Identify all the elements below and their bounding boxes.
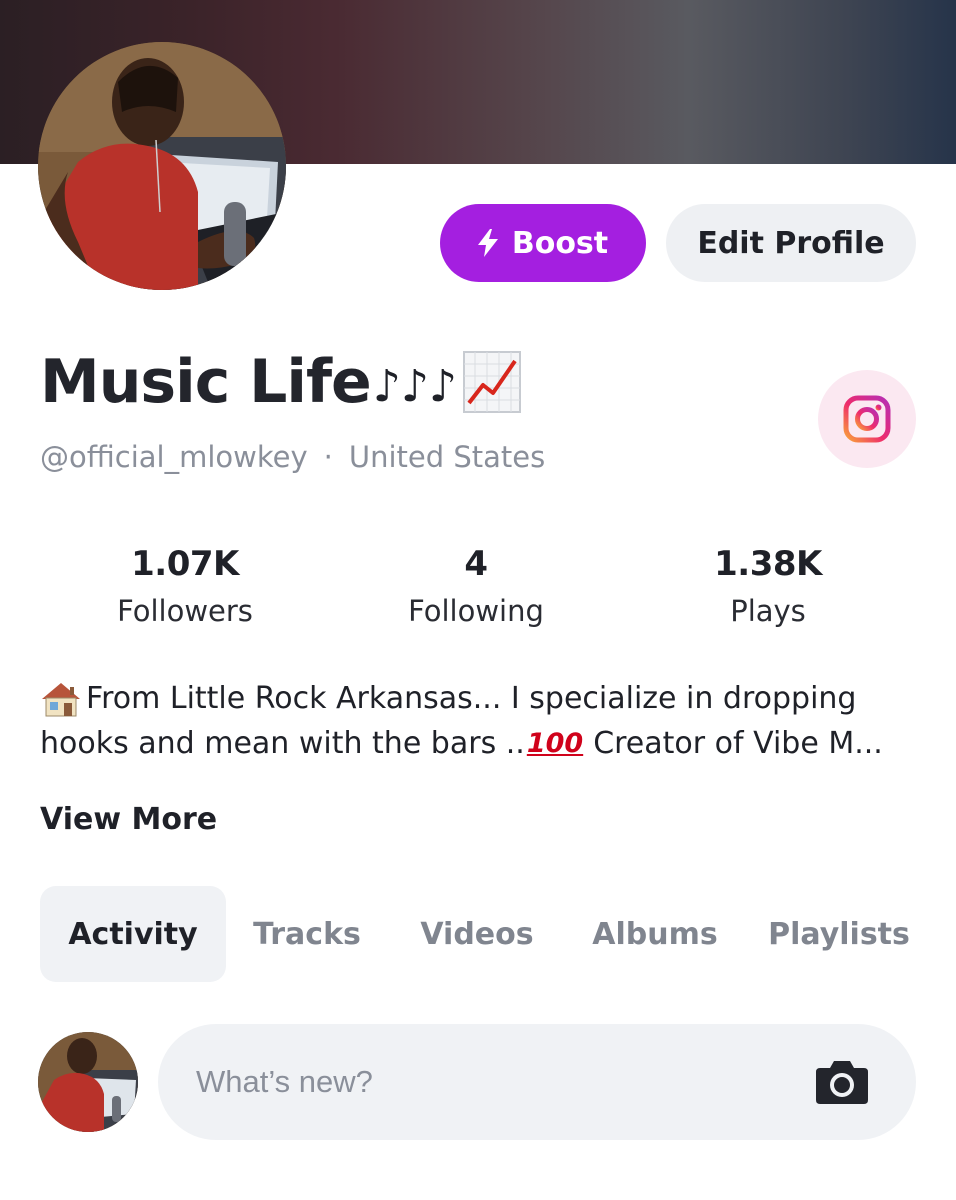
bio-text-1: From Little Rock Arkansas... I specializ… (86, 681, 857, 716)
boost-label: Boost (511, 225, 609, 261)
tab-tracks[interactable]: Tracks (240, 886, 374, 982)
instagram-icon (843, 395, 891, 443)
house-icon (42, 682, 80, 716)
avatar-photo (38, 1032, 138, 1132)
tab-albums[interactable]: Albums (580, 886, 730, 982)
stat-value: 1.38K (714, 544, 822, 584)
post-composer[interactable] (158, 1024, 916, 1140)
whats-new-input[interactable] (196, 1024, 796, 1140)
stat-following[interactable]: 4 Following (346, 544, 606, 628)
music-notes-icon: ♪♪♪ (372, 360, 458, 412)
view-more-link[interactable]: View More (40, 802, 217, 837)
bio-line-2: hooks and mean with the bars .. 100 Crea… (40, 721, 920, 766)
profile-tabs: Activity Tracks Videos Albums Playlists (40, 886, 920, 982)
stat-plays[interactable]: 1.38K Plays (638, 544, 898, 628)
camera-icon[interactable] (814, 1056, 870, 1108)
separator-dot: · (323, 440, 333, 474)
profile-location: United States (348, 440, 546, 474)
chart-increasing-icon (463, 351, 522, 413)
tab-videos[interactable]: Videos (404, 886, 550, 982)
profile-avatar[interactable] (38, 42, 286, 290)
lightning-icon (477, 229, 498, 257)
boost-button[interactable]: Boost (440, 204, 646, 282)
stat-value: 4 (464, 544, 488, 584)
profile-name-row: Music Life ♪♪♪ (40, 340, 522, 424)
stat-label: Followers (117, 594, 253, 628)
bio-text-2b: Creator of Vibe M... (593, 726, 883, 761)
stat-label: Following (408, 594, 544, 628)
profile-subline: @official_mlowkey · United States (40, 440, 545, 474)
stat-value: 1.07K (131, 544, 239, 584)
avatar-photo (38, 42, 286, 290)
profile-handle: @official_mlowkey (40, 440, 308, 474)
tab-playlists[interactable]: Playlists (764, 886, 914, 982)
tab-activity[interactable]: Activity (40, 886, 226, 982)
stat-label: Plays (730, 594, 806, 628)
edit-profile-button[interactable]: Edit Profile (666, 204, 916, 282)
hundred-points-icon: 100 (526, 728, 584, 759)
profile-bio: From Little Rock Arkansas... I specializ… (40, 676, 920, 766)
stat-followers[interactable]: 1.07K Followers (55, 544, 315, 628)
bio-text-2a: hooks and mean with the bars .. (40, 726, 525, 761)
profile-name: Music Life (40, 347, 372, 417)
instagram-button[interactable] (818, 370, 916, 468)
edit-profile-label: Edit Profile (697, 225, 885, 261)
bio-line-1: From Little Rock Arkansas... I specializ… (40, 676, 920, 721)
composer-avatar[interactable] (38, 1032, 138, 1132)
